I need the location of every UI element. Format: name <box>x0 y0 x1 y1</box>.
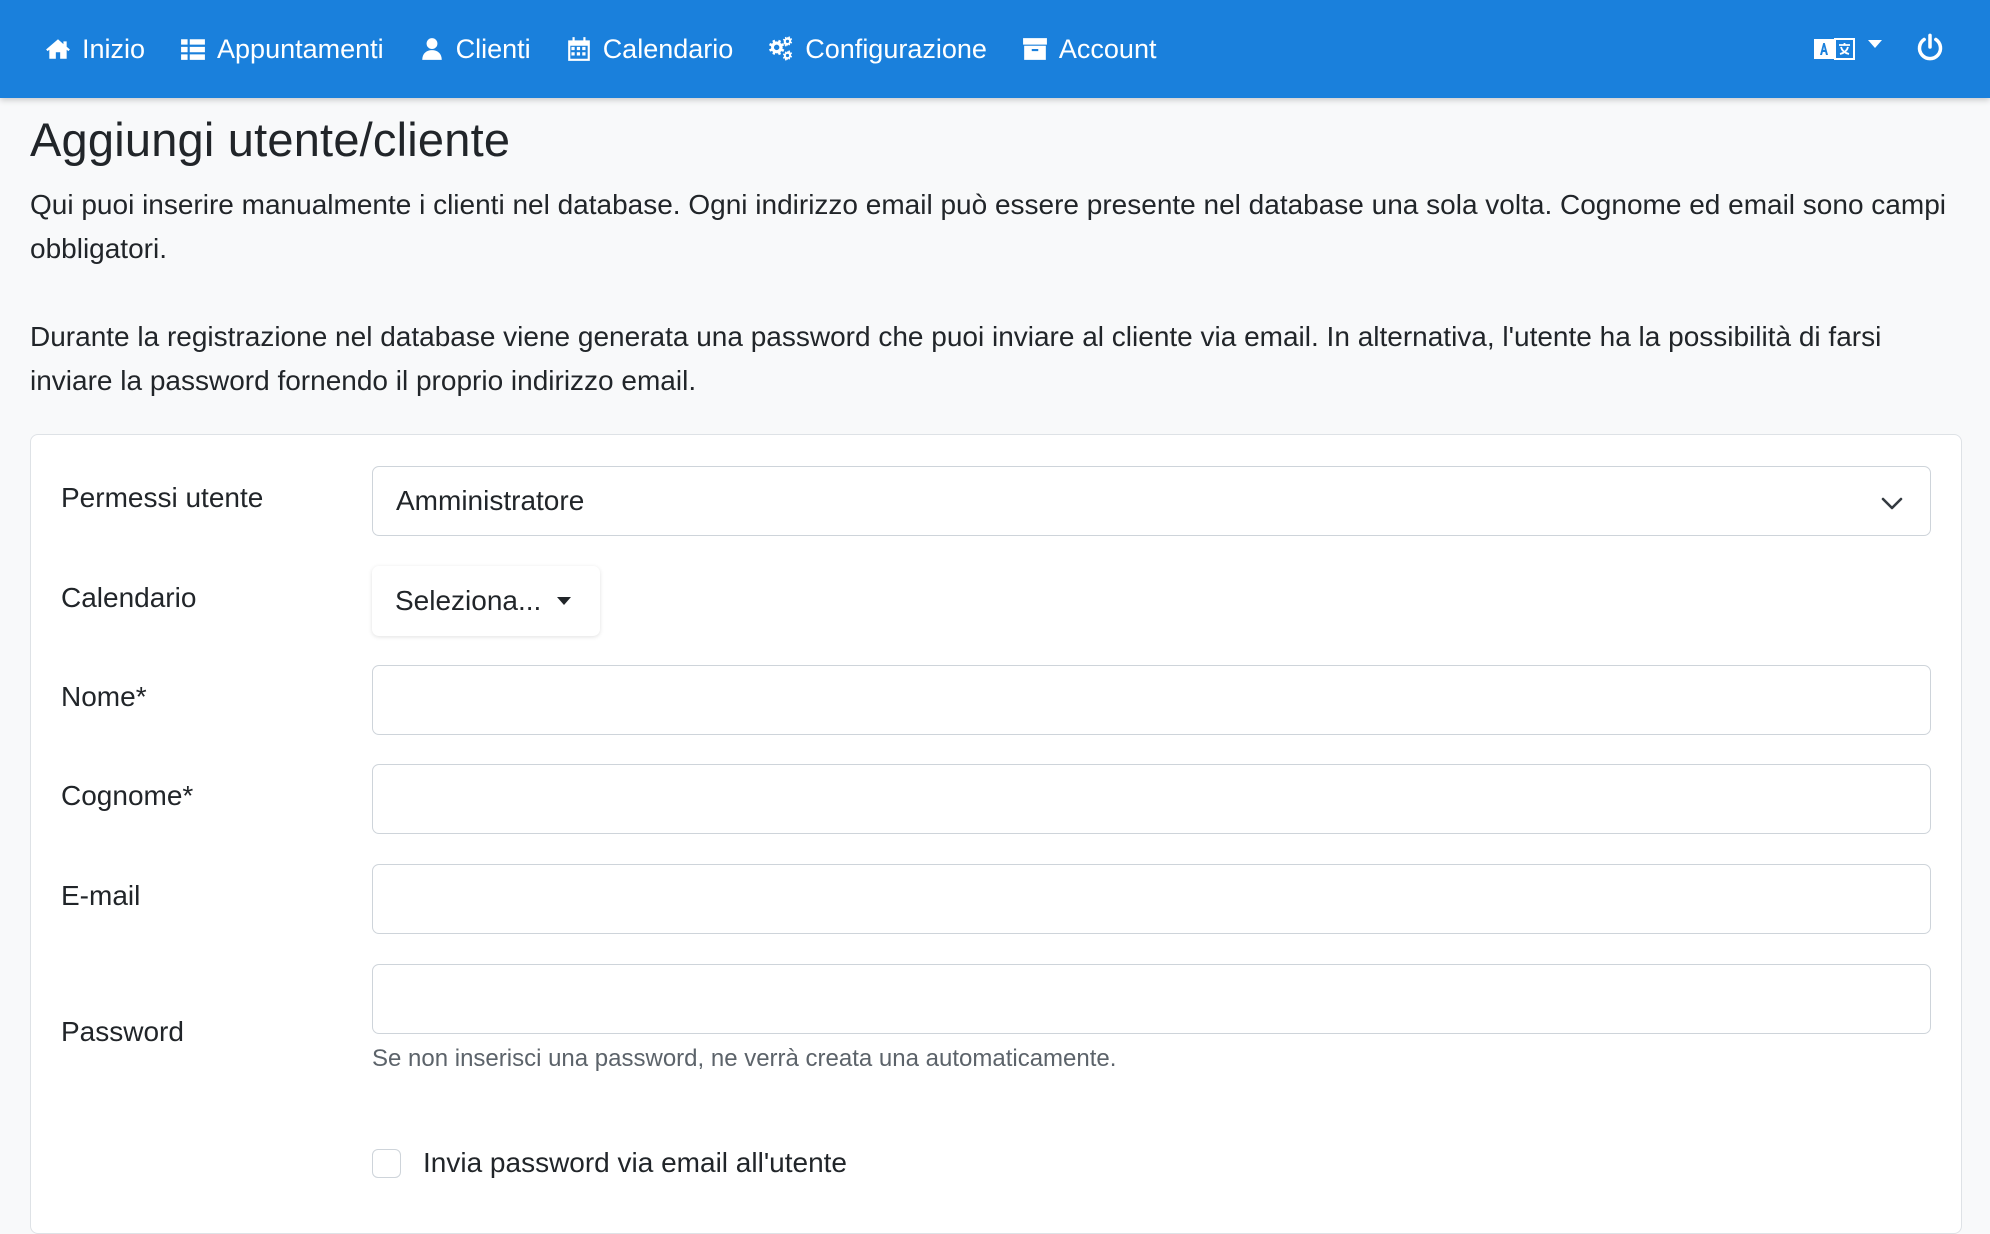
send-password-label: Invia password via email all'utente <box>423 1147 848 1178</box>
nav-item-label: Clienti <box>455 33 531 64</box>
nav-item-label: Calendario <box>602 33 734 64</box>
password-label: Password <box>61 1016 184 1047</box>
calendar-dropdown[interactable]: Seleziona... <box>372 566 600 636</box>
page-title: Aggiungi utente/cliente <box>30 113 511 166</box>
language-dropdown[interactable] <box>1814 37 1882 61</box>
intro-paragraph-2: Durante la registrazione nel database vi… <box>30 321 1882 396</box>
gears-icon <box>769 36 793 61</box>
user-form-card: Permessi utente Amministratore Calendari… <box>30 434 1962 1234</box>
chevron-down-icon <box>1868 40 1882 48</box>
email-label: E-mail <box>61 880 141 911</box>
page-content: Aggiungi utente/cliente Qui puoi inserir… <box>30 98 1960 403</box>
language-icon <box>1814 38 1855 60</box>
nav-item-label: Account <box>1058 33 1157 64</box>
send-password-checkbox[interactable] <box>372 1148 401 1178</box>
intro-paragraph-1: Qui puoi inserire manualmente i clienti … <box>30 189 1946 264</box>
nav-right <box>1814 0 1944 98</box>
send-password-option[interactable]: Invia password via email all'utente <box>372 1147 847 1179</box>
nav-item-account[interactable]: Account <box>1022 33 1157 65</box>
chevron-down-icon <box>1881 497 1903 510</box>
logout-button[interactable] <box>1916 33 1944 66</box>
nav-menu: Inizio Appuntamenti Clienti Calendario C… <box>0 0 1191 98</box>
permissions-label: Permessi utente <box>61 482 264 513</box>
nav-item-appuntamenti[interactable]: Appuntamenti <box>180 34 384 65</box>
calendar-value: Seleziona... <box>395 585 542 616</box>
power-icon <box>1917 33 1943 60</box>
nav-item-label: Configurazione <box>805 33 987 64</box>
home-icon <box>46 39 70 59</box>
intro-text: Qui puoi inserire manualmente i clienti … <box>30 183 1960 403</box>
last-name-input[interactable] <box>372 764 1931 834</box>
last-name-label: Cognome* <box>61 780 194 811</box>
user-icon <box>421 38 442 60</box>
top-navbar: Inizio Appuntamenti Clienti Calendario C… <box>0 0 1990 98</box>
calendar-icon <box>567 37 590 61</box>
calendar-label: Calendario <box>61 582 197 613</box>
nav-item-label: Inizio <box>82 33 146 64</box>
first-name-label: Nome* <box>61 681 147 712</box>
first-name-input[interactable] <box>372 665 1931 735</box>
password-help-text: Se non inserisci una password, ne verrà … <box>372 1045 1117 1072</box>
email-input[interactable] <box>372 864 1931 934</box>
nav-item-inizio[interactable]: Inizio <box>45 34 145 65</box>
permissions-value: Amministratore <box>396 485 585 516</box>
password-input[interactable] <box>372 964 1931 1034</box>
list-icon <box>181 39 205 60</box>
archive-icon <box>1022 38 1047 60</box>
nav-item-calendario[interactable]: Calendario <box>566 33 734 65</box>
nav-item-configurazione[interactable]: Configurazione <box>768 34 987 65</box>
nav-item-clienti[interactable]: Clienti <box>419 34 531 65</box>
nav-item-label: Appuntamenti <box>217 33 384 64</box>
permissions-select[interactable]: Amministratore <box>372 466 1931 536</box>
caret-down-icon <box>557 597 572 605</box>
